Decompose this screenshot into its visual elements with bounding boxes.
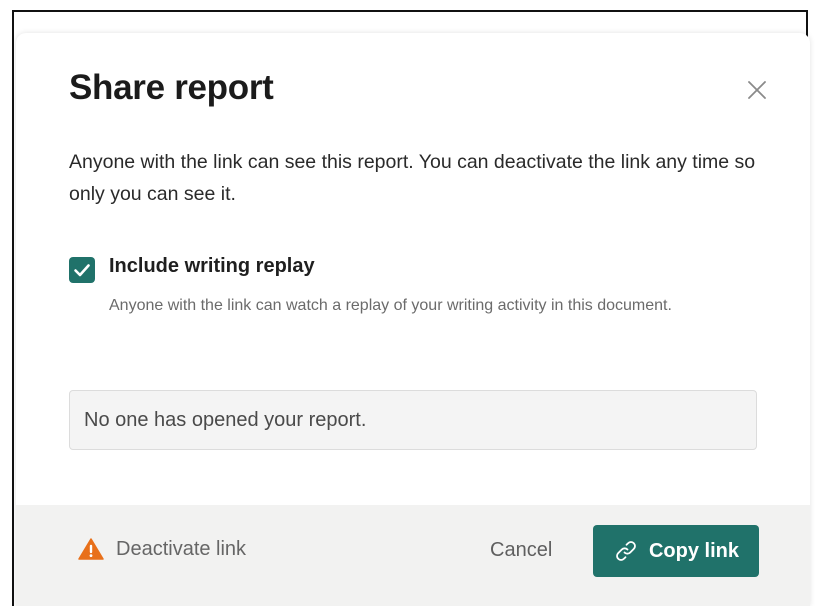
report-status-text: No one has opened your report. — [84, 408, 367, 431]
dialog-description: Anyone with the link can see this report… — [69, 151, 756, 205]
include-replay-checkbox[interactable] — [69, 257, 95, 283]
cancel-button[interactable]: Cancel — [490, 539, 552, 562]
link-icon — [616, 541, 636, 561]
dialog-footer: Deactivate link Cancel Copy link — [16, 505, 810, 606]
checkmark-icon — [74, 264, 90, 277]
copy-link-label: Copy link — [648, 539, 739, 562]
deactivate-link-button[interactable]: Deactivate link — [78, 537, 246, 561]
warning-triangle-icon — [78, 538, 104, 560]
include-replay-label[interactable]: Include writing replay — [109, 255, 315, 278]
deactivate-link-label: Deactivate link — [116, 537, 247, 560]
copy-link-button[interactable]: Copy link — [593, 525, 759, 577]
close-icon — [748, 81, 766, 99]
close-button[interactable] — [744, 77, 770, 103]
include-replay-help: Anyone with the link can watch a replay … — [109, 297, 672, 314]
dialog-title: Share report — [69, 68, 274, 107]
report-status-box: No one has opened your report. — [69, 390, 757, 450]
share-report-dialog: Share report Anyone with the link can se… — [16, 33, 810, 606]
